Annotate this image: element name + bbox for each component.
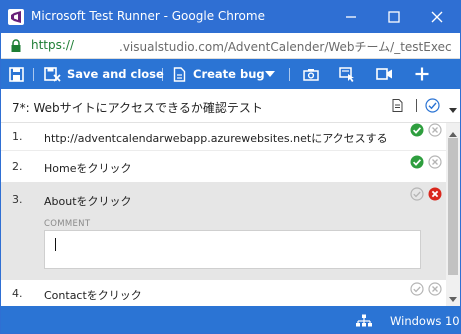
step-text: http://adventcalendarwebapp.azurewebsite…: [44, 132, 388, 145]
fail-x-icon[interactable]: [428, 123, 442, 137]
test-step-row[interactable]: 1. http://adventcalendarwebapp.azurewebs…: [1, 123, 446, 150]
save-and-close-button[interactable]: Save and close: [44, 59, 164, 89]
toolbar-separator: [33, 68, 34, 81]
capture-actions-button[interactable]: [339, 59, 355, 89]
step-number: 4.: [12, 287, 23, 300]
test-step-row-selected[interactable]: 3. Aboutをクリック COMMENT: [1, 182, 446, 280]
bug-icon: [173, 66, 186, 82]
step-text: Homeをクリック: [44, 162, 132, 175]
create-bug-dropdown[interactable]: [265, 59, 275, 89]
capture-screenshot-button[interactable]: [303, 59, 319, 89]
step-number: 1.: [12, 130, 23, 143]
step-number: 2.: [12, 160, 23, 173]
save-close-icon: [44, 66, 61, 82]
fail-x-icon[interactable]: [428, 155, 442, 169]
os-label: Windows 10: [390, 314, 460, 328]
camera-icon: [303, 68, 319, 81]
save-icon: [9, 66, 24, 82]
vertical-scrollbar[interactable]: [446, 123, 460, 306]
browser-window: Microsoft Test Runner - Google Chrome ht…: [0, 0, 461, 334]
status-bar: Windows 10: [1, 306, 460, 333]
url-path: .visualstudio.com/AdventCalender/Webチーム/…: [119, 40, 452, 54]
video-icon: [376, 68, 392, 80]
create-bug-button[interactable]: Create bug: [173, 59, 265, 89]
step-number: 3.: [12, 193, 23, 206]
comment-input[interactable]: [44, 230, 421, 269]
chevron-down-icon: [265, 71, 275, 77]
maximize-button[interactable]: [384, 7, 404, 27]
pass-check-icon[interactable]: [410, 123, 424, 137]
toolbar-separator: [162, 68, 163, 81]
window-title: Microsoft Test Runner - Google Chrome: [31, 9, 265, 23]
pass-check-icon[interactable]: [410, 282, 424, 296]
document-icon[interactable]: [392, 99, 403, 115]
create-bug-label: Create bug: [193, 67, 265, 81]
pass-check-icon[interactable]: [410, 155, 424, 169]
test-case-title: 7*: Webサイトにアクセスできるか確認テスト: [12, 101, 263, 115]
save-and-close-label: Save and close: [67, 67, 164, 81]
test-case-header: 7*: Webサイトにアクセスできるか確認テスト: [1, 89, 460, 123]
fail-x-icon[interactable]: [428, 187, 442, 201]
test-outcome-icon[interactable]: [425, 98, 440, 116]
add-button[interactable]: [415, 59, 429, 89]
test-steps-list: 1. http://adventcalendarwebapp.azurewebs…: [1, 123, 446, 306]
address-bar[interactable]: https:// .visualstudio.com/AdventCalende…: [1, 33, 460, 59]
fail-x-icon[interactable]: [428, 282, 442, 296]
comment-label: COMMENT: [44, 219, 91, 229]
step-text: Aboutをクリック: [44, 195, 132, 208]
close-button[interactable]: [427, 7, 447, 27]
runner-toolbar: Save and close Create bug: [1, 59, 460, 89]
save-button[interactable]: [9, 59, 24, 89]
url-scheme: https://: [31, 38, 75, 52]
lock-icon[interactable]: [10, 39, 22, 56]
scroll-down-arrow-icon[interactable]: [449, 292, 457, 305]
step-text: Contactをクリック: [44, 289, 142, 302]
record-video-button[interactable]: [376, 59, 393, 89]
header-separator: [416, 99, 417, 112]
pass-check-icon[interactable]: [410, 187, 424, 201]
action-log-icon: [339, 66, 354, 82]
title-bar: Microsoft Test Runner - Google Chrome: [1, 1, 460, 33]
scrollbar-thumb[interactable]: [448, 138, 458, 275]
plus-icon: [415, 67, 429, 81]
minimize-button[interactable]: [341, 7, 361, 27]
chevron-down-icon[interactable]: [449, 103, 457, 116]
test-step-row[interactable]: 4. Contactをクリック: [1, 280, 446, 306]
visual-studio-icon: [8, 9, 24, 25]
test-step-row[interactable]: 2. Homeをクリック: [1, 150, 446, 182]
toolbar-separator: [289, 68, 290, 81]
network-icon: [356, 314, 372, 330]
text-caret: [55, 238, 56, 251]
